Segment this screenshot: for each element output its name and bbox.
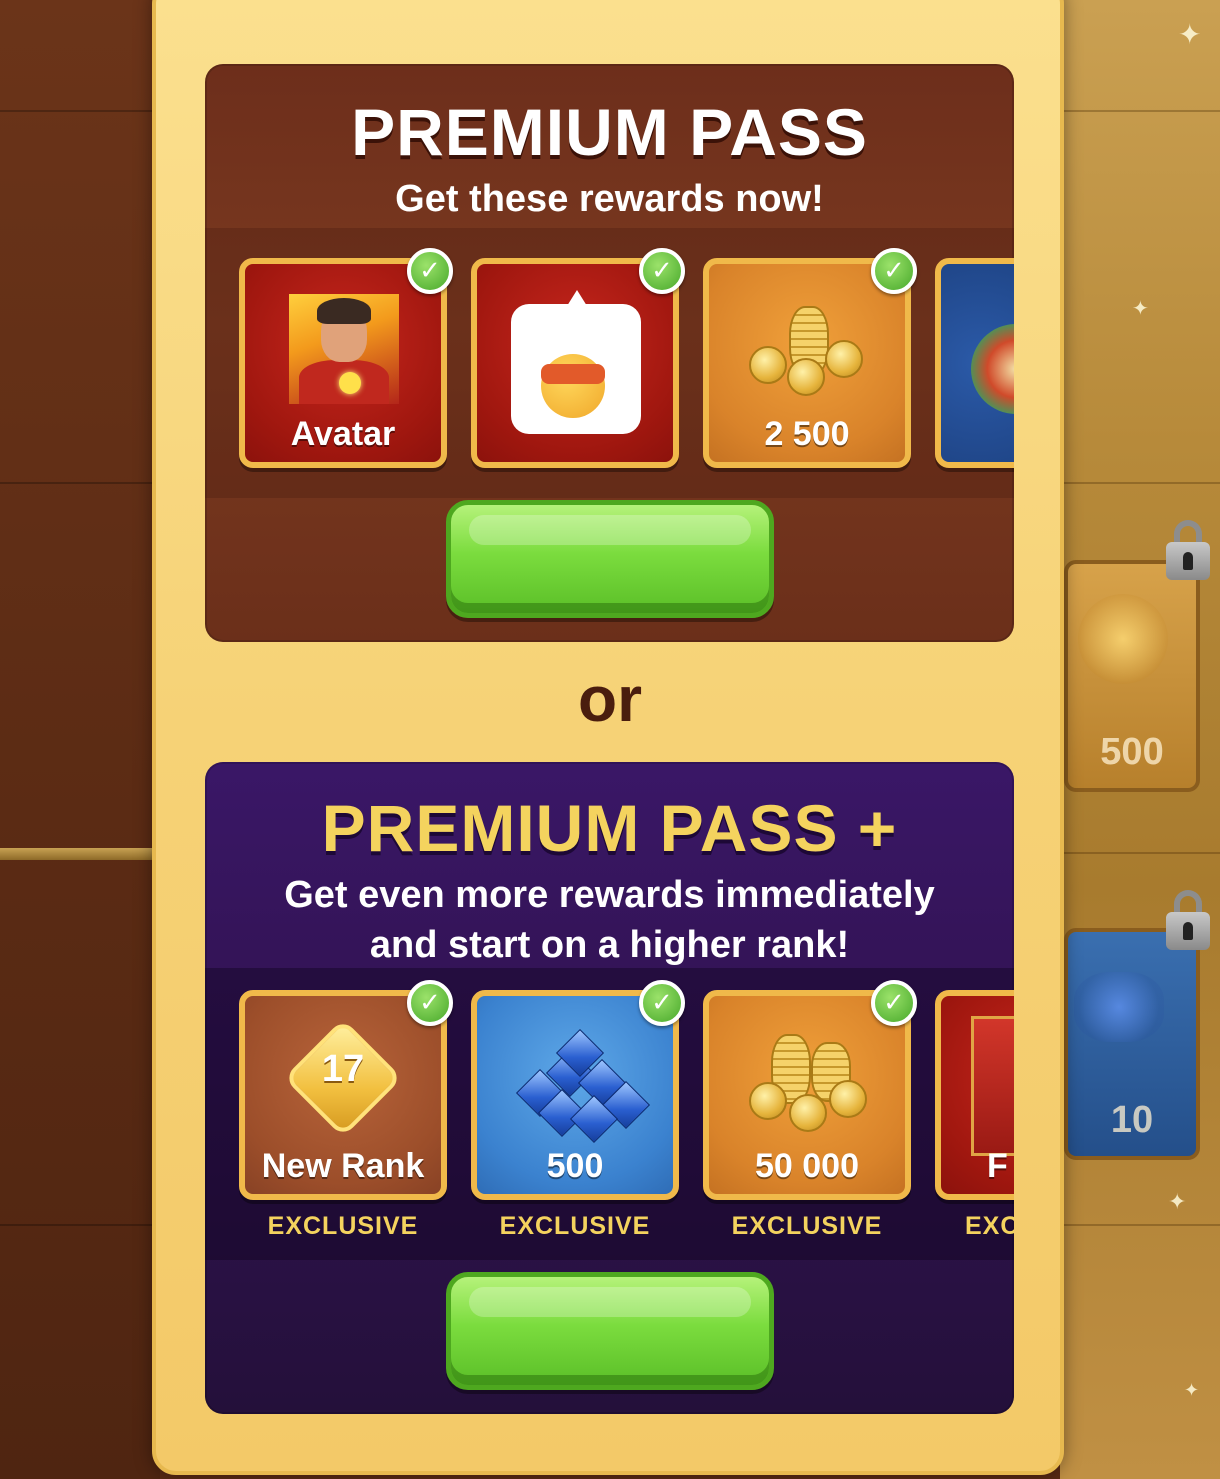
- reward-label: Avatar: [290, 415, 396, 453]
- check-icon: ✓: [639, 248, 685, 294]
- emoji-sticker-icon: [511, 290, 641, 434]
- reward-label: New Rank: [261, 1147, 425, 1185]
- board-divider: [1060, 110, 1220, 112]
- background-reward-tile[interactable]: 10: [1064, 928, 1200, 1160]
- board-divider: [1060, 482, 1220, 484]
- premium-pass-subtitle: Get these rewards now!: [395, 178, 824, 220]
- blue-gems-icon: [503, 1026, 653, 1146]
- reward-label: F: [987, 1147, 1008, 1185]
- sparkle-icon: ✦: [1168, 1190, 1187, 1215]
- reward-label: 2 500: [764, 415, 850, 453]
- premium-pass-plus-card: PREMIUM PASS + Get even more rewards imm…: [205, 762, 1014, 1414]
- partial-reward-icon: [971, 324, 1014, 414]
- check-icon: ✓: [871, 980, 917, 1026]
- gold-coins-icon: [749, 300, 869, 400]
- board-divider: [1060, 852, 1220, 854]
- buy-premium-pass-button[interactable]: [446, 500, 774, 618]
- background-reward-label: 500: [1100, 731, 1164, 773]
- button-gloss: [469, 1287, 751, 1317]
- gold-coins-icon: [749, 1032, 869, 1132]
- partial-reward-icon: [971, 1016, 1014, 1156]
- board-rail: [0, 848, 160, 860]
- premium-pass-plus-title: PREMIUM PASS +: [321, 791, 898, 865]
- blue-gems-icon: [1074, 972, 1164, 1042]
- sparkle-icon: ✦: [1132, 296, 1149, 320]
- check-icon: ✓: [407, 248, 453, 294]
- avatar-portrait-icon: [289, 294, 399, 404]
- buy-premium-pass-plus-button[interactable]: [446, 1272, 774, 1390]
- exclusive-tag: EXCLUSIVE: [267, 1212, 419, 1240]
- rank-number: 17: [321, 1048, 365, 1090]
- exclusive-tag: EXCLUSIVE: [731, 1212, 883, 1240]
- lock-icon: [1166, 520, 1210, 580]
- check-icon: ✓: [639, 980, 685, 1026]
- board-divider: [0, 110, 160, 112]
- check-icon: ✓: [407, 980, 453, 1026]
- exclusive-tag: EXCLUSIVE: [499, 1212, 651, 1240]
- sparkle-icon: ✦: [1178, 18, 1202, 51]
- reward-label: 50 000: [755, 1147, 859, 1185]
- check-icon: ✓: [871, 248, 917, 294]
- lock-icon: [1166, 890, 1210, 950]
- reward-tile-partial[interactable]: F: [935, 990, 1014, 1200]
- premium-pass-reward-row[interactable]: Avatar ✓ ✓ 2 500 ✓: [205, 228, 1014, 498]
- board-left-background: [0, 0, 160, 1479]
- board-divider: [1060, 1224, 1220, 1226]
- reward-tile-partial[interactable]: [935, 258, 1014, 468]
- reward-label: 500: [546, 1147, 604, 1185]
- background-reward-label: 10: [1110, 1099, 1154, 1141]
- sparkle-icon: ✦: [1184, 1380, 1200, 1401]
- premium-pass-plus-subtitle: Get even more rewards immediately and st…: [284, 874, 935, 966]
- or-separator: or: [578, 663, 642, 735]
- exclusive-tag: EXC: [965, 1212, 1014, 1240]
- button-gloss: [469, 515, 751, 545]
- board-divider: [0, 1224, 160, 1226]
- premium-pass-card: PREMIUM PASS Get these rewards now! Avat…: [205, 64, 1014, 642]
- premium-pass-plus-reward-row[interactable]: 17 New Rank ✓ EXCLUSIVE 500 ✓ EXCLUSIVE: [205, 968, 1014, 1260]
- board-divider: [0, 482, 160, 484]
- premium-pass-title: PREMIUM PASS: [351, 95, 868, 169]
